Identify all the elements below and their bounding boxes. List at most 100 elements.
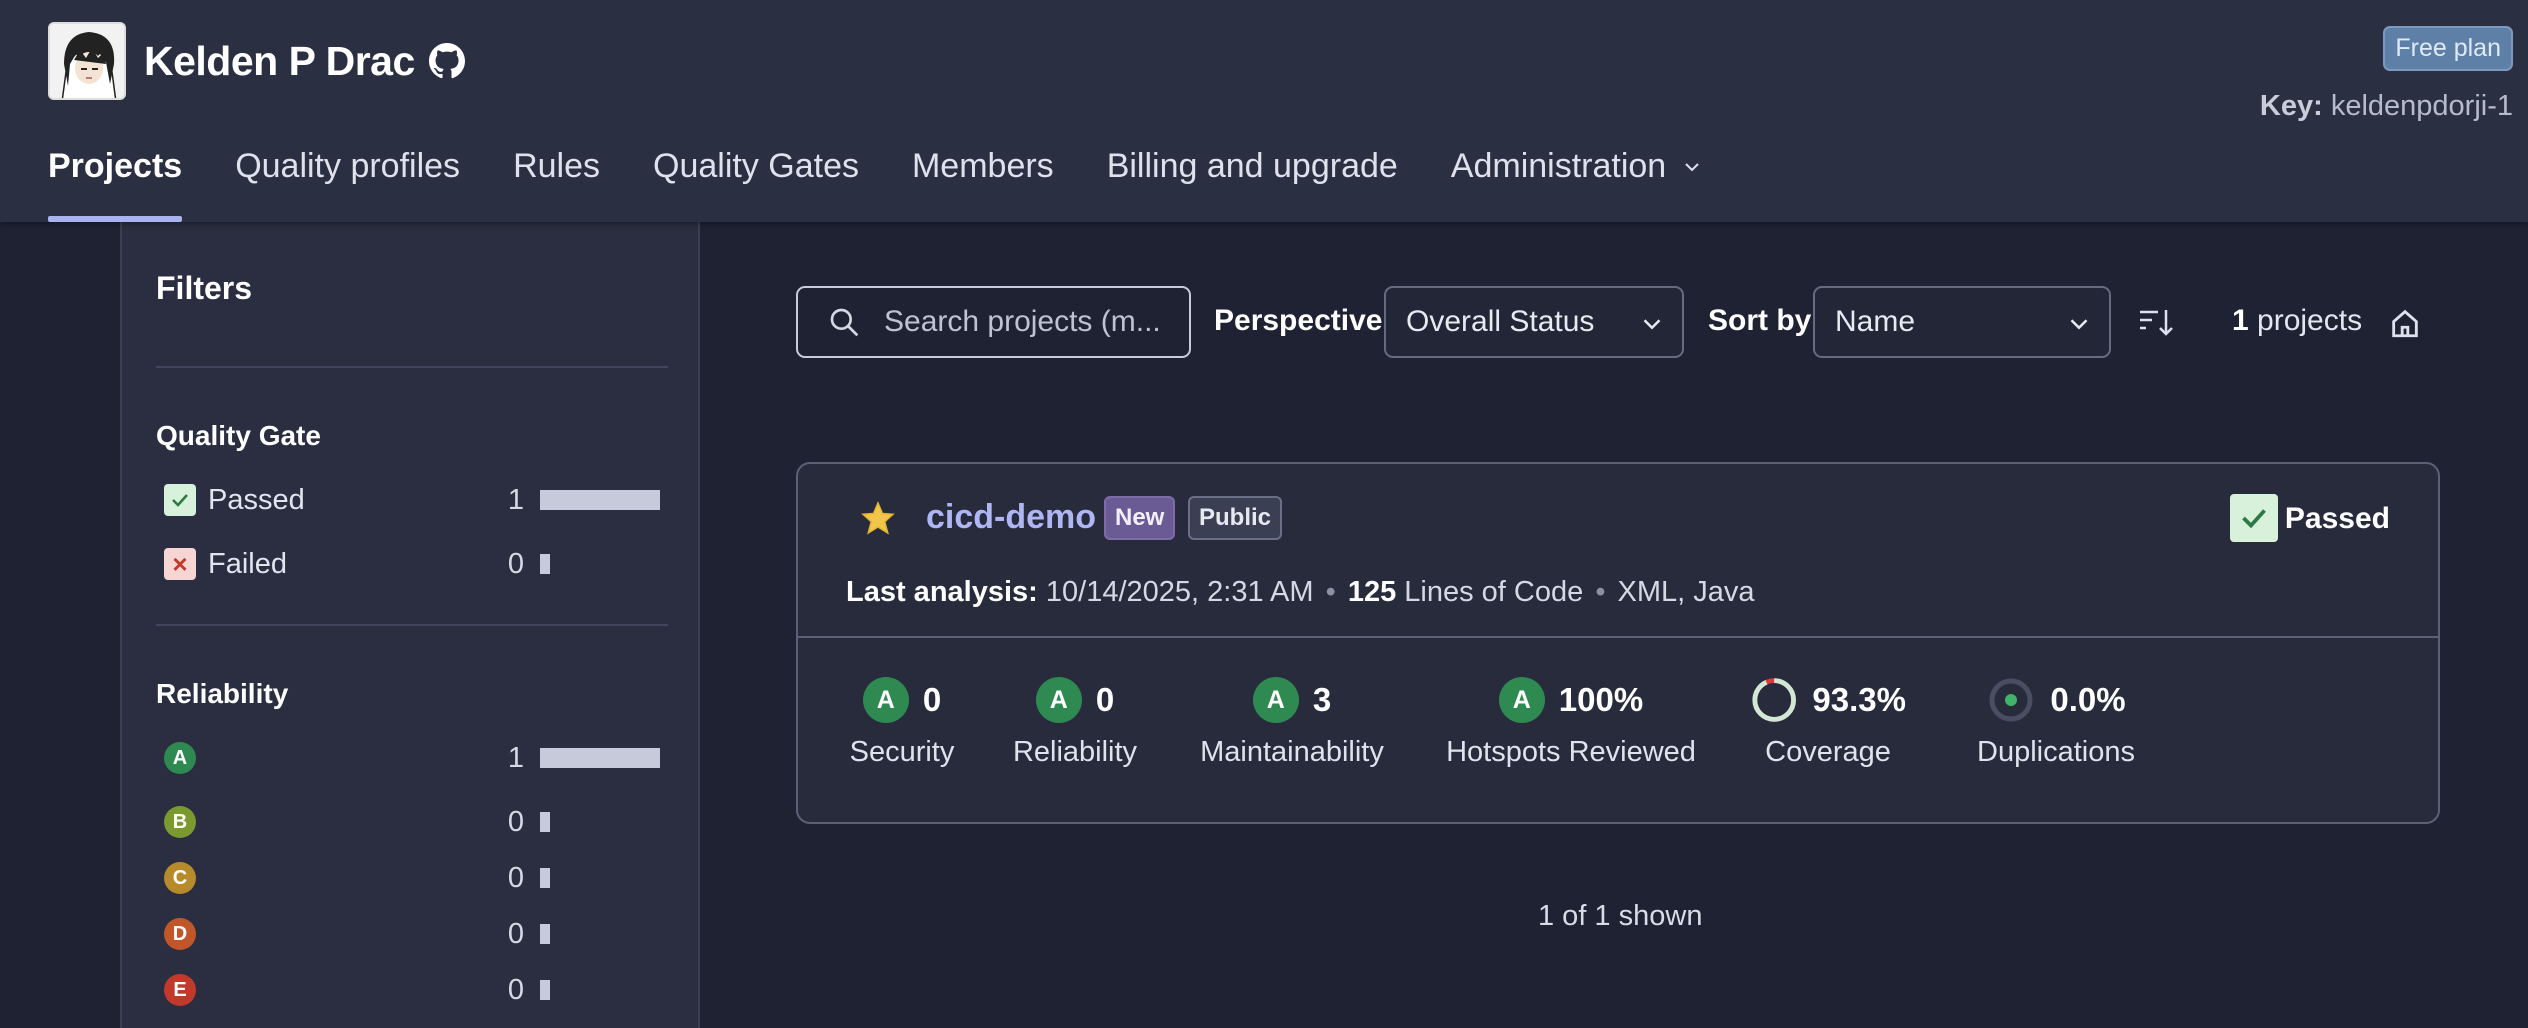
rating-a-icon: A — [1498, 677, 1545, 723]
quality-gate-status: Passed — [2284, 502, 2390, 535]
chevron-down-icon — [1643, 319, 1661, 330]
organization-key: Key: keldenpdorji-1 — [2260, 90, 2513, 123]
nav-members[interactable]: Members — [912, 140, 1054, 222]
plan-badge[interactable]: Free plan — [2383, 26, 2513, 71]
cross-icon: × — [164, 548, 196, 580]
organization-name: Kelden P Drac — [144, 37, 415, 84]
measure-coverage[interactable]: 93.3% Coverage — [1750, 674, 1906, 769]
facet-count: 0 — [507, 917, 524, 950]
results-shown-count: 1 of 1 shown — [1538, 900, 1703, 932]
rating-a-icon: A — [1035, 677, 1082, 723]
facet-reliability-c[interactable]: C 0 — [164, 858, 664, 898]
project-card-header: cicd-demo New Public Passed Last analysi… — [798, 464, 2438, 638]
facet-count: 1 — [507, 483, 524, 516]
perspective-select[interactable]: Overall Status — [1384, 286, 1684, 358]
nav-rules[interactable]: Rules — [513, 140, 600, 222]
measure-security[interactable]: A 0 Security — [846, 674, 958, 769]
languages: XML, Java — [1617, 576, 1755, 608]
home-icon[interactable] — [2388, 306, 2422, 340]
facet-reliability-e[interactable]: E 0 — [164, 970, 664, 1010]
facet-bar — [540, 980, 550, 1000]
chevron-down-icon — [2070, 319, 2088, 330]
measure-value: 0 — [922, 681, 942, 718]
nav-quality-gates[interactable]: Quality Gates — [653, 140, 859, 222]
avatar — [48, 22, 126, 100]
sort-label: Sort by — [1708, 304, 1812, 337]
perspective-label: Perspective — [1214, 304, 1383, 337]
filters-sidebar: Filters Quality Gate Passed 1 × Failed 0… — [120, 222, 700, 1028]
quality-gate-filter-title: Quality Gate — [156, 420, 321, 451]
organization-header: Kelden P Drac — [48, 22, 465, 100]
facet-reliability-b[interactable]: B 0 — [164, 802, 664, 842]
measure-label: Duplications — [1977, 736, 2135, 768]
rating-a-icon: A — [164, 742, 196, 774]
key-label: Key: — [2259, 90, 2323, 122]
facet-label: Failed — [208, 547, 287, 580]
rating-d-icon: D — [164, 918, 196, 950]
new-badge: New — [1104, 496, 1176, 540]
facet-label: Passed — [208, 483, 305, 516]
coverage-ring-icon — [1752, 678, 1797, 722]
rating-c-icon: C — [164, 862, 196, 894]
github-icon[interactable] — [428, 43, 465, 79]
loc-value: 125 — [1347, 576, 1397, 608]
facet-bar — [540, 868, 550, 888]
facet-quality-gate-passed[interactable]: Passed 1 — [164, 480, 664, 520]
loc-label: Lines of Code — [1404, 576, 1584, 608]
perspective-value: Overall Status — [1406, 305, 1595, 338]
project-count: 1 projects — [2232, 304, 2362, 338]
key-value: keldenpdorji-1 — [2330, 90, 2513, 122]
rating-e-icon: E — [164, 974, 196, 1006]
facet-bar — [540, 812, 550, 832]
chevron-down-icon — [1685, 163, 1699, 172]
rating-b-icon: B — [164, 806, 196, 838]
project-count-suffix: projects — [2257, 304, 2363, 337]
project-name-link[interactable]: cicd-demo — [926, 498, 1096, 537]
nav-administration-label: Administration — [1450, 147, 1667, 185]
measure-value: 0.0% — [2050, 681, 2126, 718]
measure-label: Coverage — [1765, 736, 1891, 768]
measure-value: 100% — [1558, 681, 1644, 718]
reliability-filter-title: Reliability — [156, 678, 289, 709]
sort-value: Name — [1835, 305, 1916, 338]
nav-quality-profiles[interactable]: Quality profiles — [235, 140, 460, 222]
search-input[interactable]: Search projects (m... — [796, 286, 1191, 358]
measure-label: Hotspots Reviewed — [1446, 736, 1696, 768]
project-meta: Last analysis: 10/14/2025, 2:31 AM • 125… — [846, 576, 1755, 609]
measure-value: 3 — [1312, 681, 1332, 718]
project-card: cicd-demo New Public Passed Last analysi… — [796, 462, 2440, 824]
star-icon[interactable] — [860, 500, 896, 536]
measure-reliability[interactable]: A 0 Reliability — [1012, 674, 1138, 769]
measure-label: Security — [849, 736, 955, 768]
top-header: Kelden P Drac Free plan Key: keldenpdorj… — [0, 0, 2528, 222]
measure-value: 0 — [1095, 681, 1115, 718]
project-count-number: 1 — [2232, 304, 2249, 337]
nav-projects[interactable]: Projects — [48, 140, 183, 222]
divider — [156, 624, 668, 626]
sort-select[interactable]: Name — [1813, 286, 2111, 358]
nav-billing[interactable]: Billing and upgrade — [1107, 140, 1398, 222]
filters-title: Filters — [156, 270, 253, 306]
rating-a-icon: A — [862, 677, 909, 723]
nav-administration[interactable]: Administration — [1451, 140, 1700, 222]
measure-duplications[interactable]: 0.0% Duplications — [1974, 674, 2138, 769]
measure-value: 93.3% — [1812, 681, 1906, 718]
divider — [156, 366, 668, 368]
measure-label: Maintainability — [1200, 736, 1384, 768]
facet-count: 0 — [507, 547, 524, 580]
facet-bar — [540, 924, 550, 944]
facet-count: 1 — [507, 741, 524, 774]
facet-quality-gate-failed[interactable]: × Failed 0 — [164, 544, 664, 584]
facet-reliability-d[interactable]: D 0 — [164, 914, 664, 954]
facet-bar — [540, 748, 660, 768]
main-nav: Projects Quality profiles Rules Quality … — [48, 140, 1753, 222]
facet-count: 0 — [507, 861, 524, 894]
separator-dot: • — [1595, 576, 1606, 608]
sort-direction-icon[interactable] — [2138, 306, 2174, 340]
quality-gate-passed-icon — [2230, 494, 2278, 542]
search-icon — [830, 308, 859, 337]
measure-maintainability[interactable]: A 3 Maintainability — [1194, 674, 1390, 769]
measure-hotspots-reviewed[interactable]: A 100% Hotspots Reviewed — [1444, 674, 1698, 769]
search-placeholder: Search projects (m... — [884, 305, 1161, 338]
facet-reliability-a[interactable]: A 1 — [164, 738, 664, 778]
